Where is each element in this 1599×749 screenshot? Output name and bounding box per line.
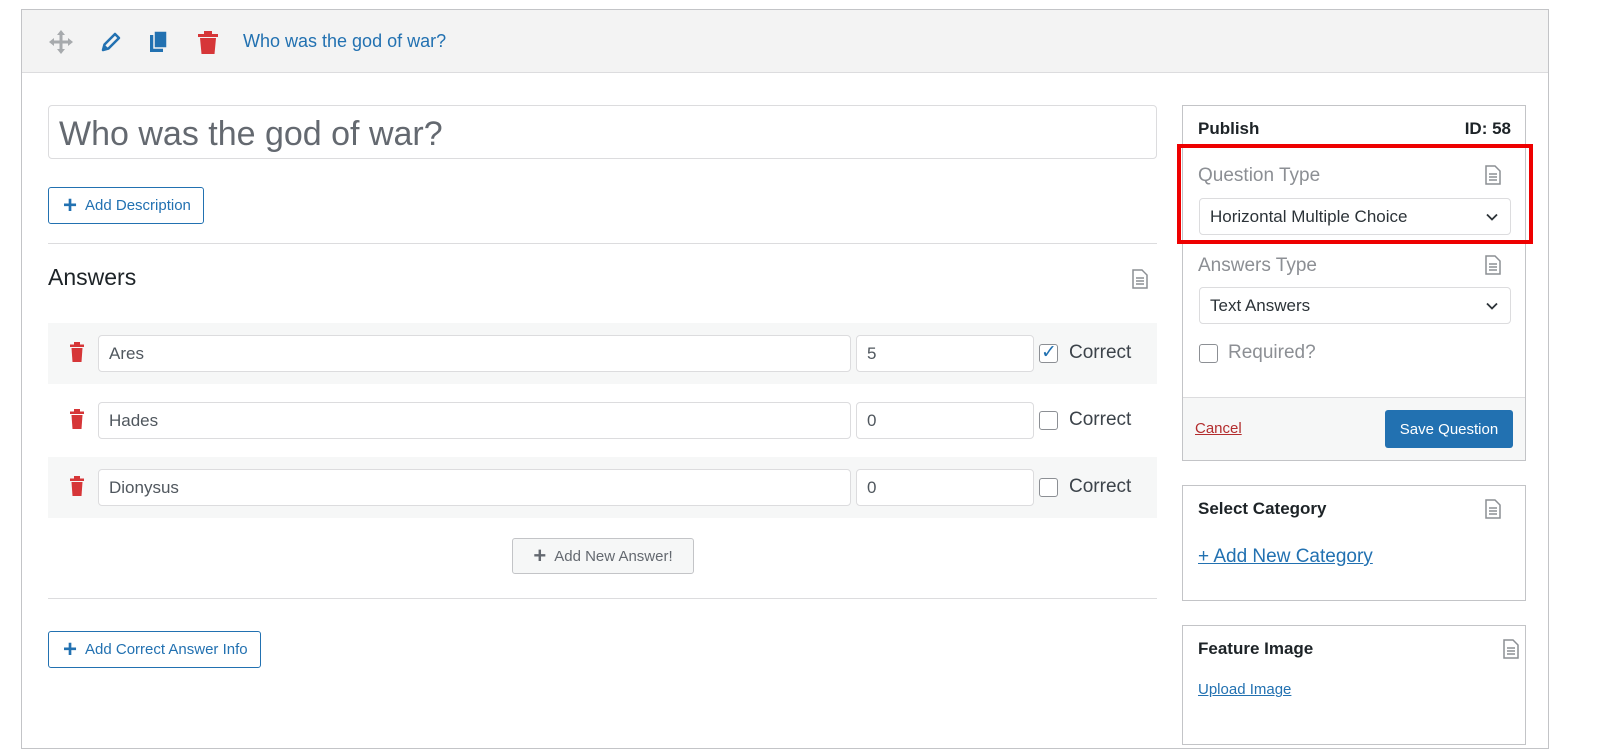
copy-icon[interactable] bbox=[146, 29, 172, 55]
answer-text-input[interactable]: Ares bbox=[98, 335, 851, 372]
correct-checkbox[interactable]: ✓ bbox=[1039, 342, 1058, 363]
answer-row: Hades 0 Correct bbox=[48, 390, 1157, 451]
required-label: Required? bbox=[1228, 342, 1316, 363]
document-icon[interactable] bbox=[1485, 255, 1501, 275]
answer-text-input[interactable]: Dionysus bbox=[98, 469, 851, 506]
add-description-label: Add Description bbox=[85, 197, 191, 214]
add-new-category-link[interactable]: + Add New Category bbox=[1198, 546, 1373, 568]
answer-points-input[interactable]: 0 bbox=[856, 469, 1034, 506]
question-toolbar: Who was the god of war? bbox=[22, 10, 1548, 73]
required-checkbox[interactable] bbox=[1199, 344, 1218, 363]
feature-image-panel: Feature Image Upload Image bbox=[1182, 625, 1526, 745]
add-correct-answer-info-label: Add Correct Answer Info bbox=[85, 641, 248, 658]
answers-type-value: Text Answers bbox=[1210, 296, 1311, 315]
trash-icon[interactable] bbox=[195, 29, 221, 55]
question-header-title[interactable]: Who was the god of war? bbox=[243, 31, 446, 52]
plus-icon: + bbox=[63, 635, 78, 663]
document-icon[interactable] bbox=[1503, 639, 1519, 659]
category-panel: Select Category + Add New Category bbox=[1182, 485, 1526, 601]
add-new-answer-button[interactable]: + Add New Answer! bbox=[512, 538, 694, 574]
document-icon[interactable] bbox=[1485, 499, 1501, 519]
plus-icon: + bbox=[63, 191, 78, 219]
correct-label: Correct bbox=[1069, 476, 1132, 497]
cancel-link[interactable]: Cancel bbox=[1195, 420, 1242, 437]
answers-type-label: Answers Type bbox=[1198, 255, 1317, 276]
answer-row: Dionysus 0 Correct bbox=[48, 457, 1157, 518]
plus-icon: + bbox=[533, 543, 547, 568]
question-title-input[interactable]: Who was the god of war? bbox=[48, 105, 1157, 159]
correct-label: Correct bbox=[1069, 342, 1132, 363]
answer-points-input[interactable]: 0 bbox=[856, 402, 1034, 439]
divider bbox=[48, 598, 1157, 599]
publish-title: Publish bbox=[1198, 119, 1260, 138]
answer-row: Ares 5 ✓ Correct bbox=[48, 323, 1157, 384]
correct-checkbox[interactable] bbox=[1039, 478, 1058, 497]
divider bbox=[48, 243, 1157, 244]
trash-icon[interactable] bbox=[68, 408, 86, 430]
answer-points-input[interactable]: 5 bbox=[856, 335, 1034, 372]
document-icon[interactable] bbox=[1132, 269, 1148, 289]
correct-checkbox[interactable] bbox=[1039, 411, 1058, 430]
select-category-title: Select Category bbox=[1198, 499, 1327, 518]
save-question-button[interactable]: Save Question bbox=[1385, 410, 1513, 448]
correct-label: Correct bbox=[1069, 409, 1132, 430]
add-correct-answer-info-button[interactable]: + Add Correct Answer Info bbox=[48, 631, 261, 668]
add-description-button[interactable]: + Add Description bbox=[48, 187, 204, 224]
trash-icon[interactable] bbox=[68, 475, 86, 497]
chevron-down-icon bbox=[1486, 302, 1498, 310]
answer-text-input[interactable]: Hades bbox=[98, 402, 851, 439]
answers-type-select[interactable]: Text Answers bbox=[1199, 287, 1511, 324]
feature-image-title: Feature Image bbox=[1198, 639, 1314, 658]
question-type-highlight bbox=[1177, 144, 1533, 244]
add-new-answer-label: Add New Answer! bbox=[554, 547, 673, 565]
pencil-icon[interactable] bbox=[98, 29, 124, 55]
publish-actions: Cancel Save Question bbox=[1183, 397, 1525, 460]
question-editor: Who was the god of war? Who was the god … bbox=[21, 9, 1549, 749]
answers-heading: Answers bbox=[48, 264, 137, 290]
trash-icon[interactable] bbox=[68, 341, 86, 363]
upload-image-link[interactable]: Upload Image bbox=[1198, 681, 1291, 698]
checkmark-icon: ✓ bbox=[1041, 342, 1057, 363]
question-id: ID: 58 bbox=[1464, 119, 1511, 138]
move-icon[interactable] bbox=[48, 29, 74, 55]
